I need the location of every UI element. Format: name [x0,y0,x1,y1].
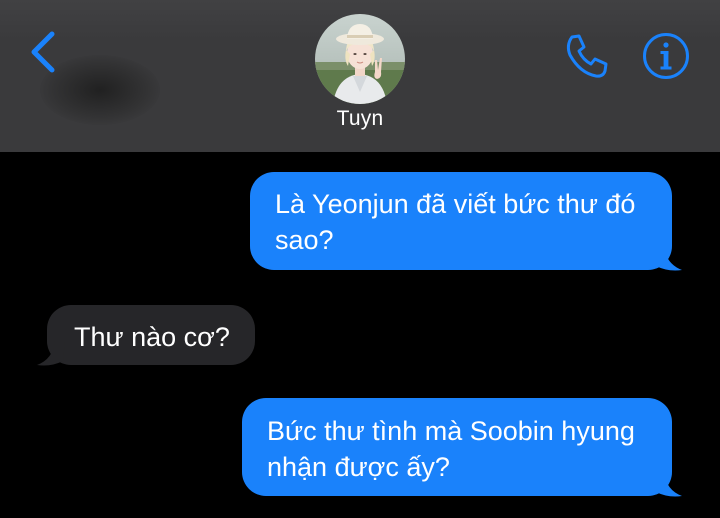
received-bubble-tail [37,341,65,366]
phone-icon [566,34,608,78]
sent-bubble-tail [654,472,682,497]
sent-bubble-tail [654,246,682,271]
conversation-header: Tuyn [0,0,720,152]
message-text: Là Yeonjun đã viết bức thư đó [275,189,636,219]
conversation-screen: Tuyn Là Yeonjun đã viết bức thư đó sao? … [0,0,720,518]
message-text: sao? [275,225,334,255]
message-text: Thư nào cơ? [74,322,230,352]
avatar-photo [315,14,405,104]
sent-message-bubble[interactable]: Là Yeonjun đã viết bức thư đó sao? [250,172,672,270]
contact-name[interactable]: Tuyn [0,107,720,131]
chevron-left-icon [31,31,55,73]
back-button[interactable] [22,28,66,76]
sent-message-bubble[interactable]: Bức thư tình mà Soobin hyung nhận được ấ… [242,398,672,496]
received-message-bubble[interactable]: Thư nào cơ? [47,305,255,365]
message-text: Bức thư tình mà Soobin hyung [267,416,635,446]
info-icon [643,33,689,79]
message-text: nhận được ấy? [267,452,450,482]
info-button[interactable] [640,30,692,82]
avatar[interactable] [315,14,405,104]
call-button[interactable] [560,30,612,82]
